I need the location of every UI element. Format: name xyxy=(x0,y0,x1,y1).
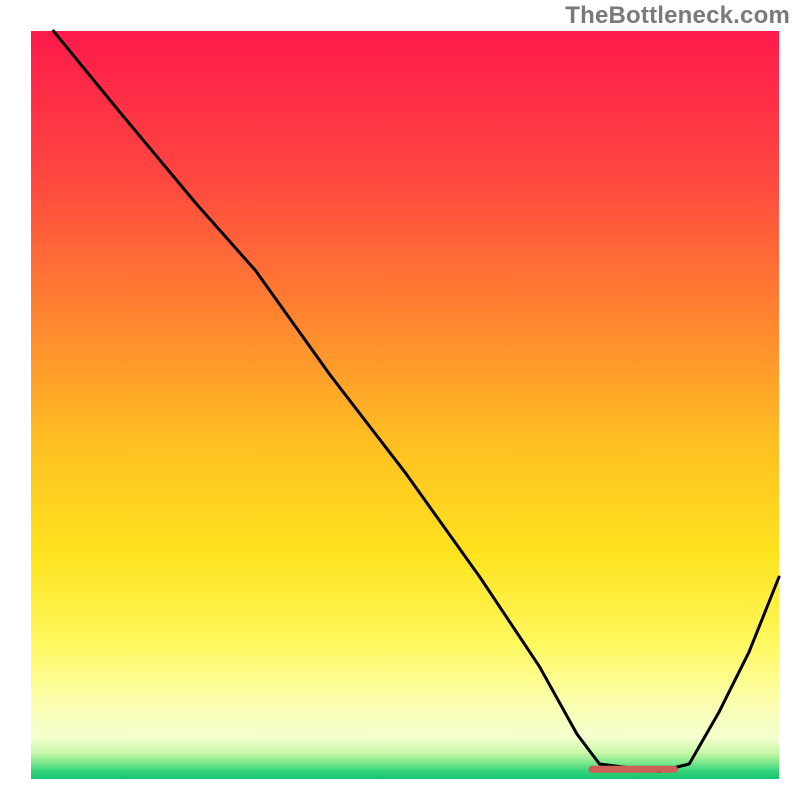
chart-stage: TheBottleneck.com xyxy=(0,0,800,800)
watermark-text: TheBottleneck.com xyxy=(565,2,790,30)
gradient-background xyxy=(31,31,779,779)
bottleneck-chart xyxy=(0,0,800,800)
